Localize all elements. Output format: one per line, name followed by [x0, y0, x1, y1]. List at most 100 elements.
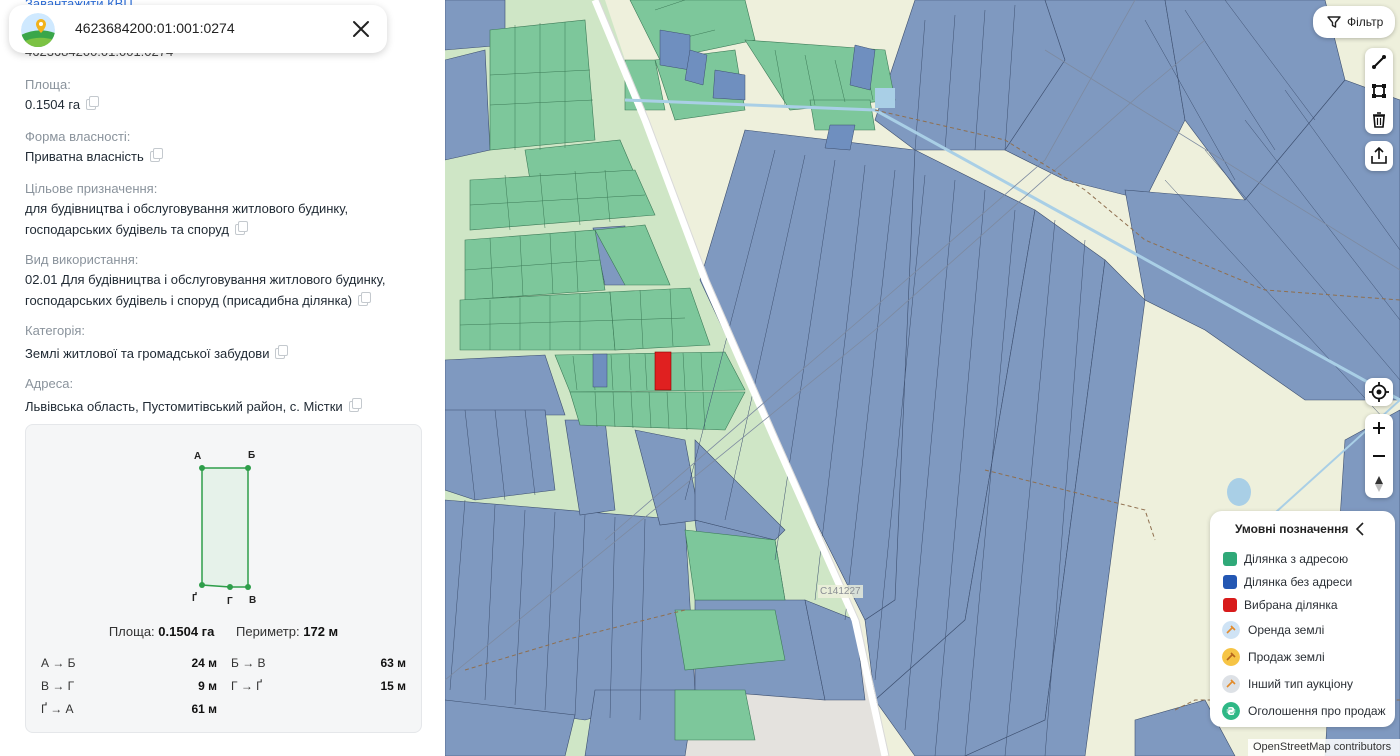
- close-icon[interactable]: [349, 17, 373, 41]
- geolocate-icon: [1369, 382, 1389, 402]
- segment-row: А → Б 24 м: [41, 656, 217, 670]
- segment-name: Ґ → А: [41, 702, 74, 716]
- copy-icon[interactable]: [275, 345, 289, 359]
- ownership-label: Форма власності:: [25, 129, 131, 144]
- plot-area-label: Площа:: [108, 624, 155, 639]
- category-value: Землі житлової та громадської забудови: [25, 346, 270, 361]
- plot-polygon: [201, 467, 249, 588]
- segment-row: Б → В 63 м: [231, 656, 406, 670]
- area-label: Площа:: [25, 77, 71, 92]
- vertex-point: [245, 465, 251, 471]
- selected-parcel[interactable]: [654, 351, 672, 391]
- vertex-point: [245, 584, 251, 590]
- segment-length: 24 м: [191, 656, 217, 670]
- segment-length: 9 м: [198, 679, 217, 693]
- road-number-label: C141227: [818, 585, 863, 598]
- legend-swatch: [1223, 552, 1237, 566]
- rent-icon: [1222, 621, 1240, 639]
- legend-label: Вибрана ділянка: [1244, 598, 1338, 612]
- address-label: Адреса:: [25, 376, 74, 391]
- copy-icon[interactable]: [149, 148, 163, 162]
- legend-label: Продаж землі: [1248, 650, 1325, 664]
- segment-name: Б → В: [231, 656, 266, 670]
- purpose-label: Цільове призначення:: [25, 181, 158, 196]
- filter-icon: [1327, 16, 1341, 28]
- vertex-point: [199, 582, 205, 588]
- filter-button[interactable]: Фільтр: [1313, 6, 1395, 38]
- segment-length: 63 м: [380, 656, 406, 670]
- sale-icon: [1222, 648, 1240, 666]
- legend-label: Ділянка з адресою: [1244, 552, 1349, 566]
- share-upload-icon: [1371, 146, 1387, 164]
- app-logo-icon: [21, 13, 55, 47]
- copy-icon[interactable]: [234, 221, 248, 235]
- segment-row: В → Г 9 м: [41, 679, 217, 693]
- map-legend: Умовні позначення Ділянка з адресою Діля…: [1210, 511, 1395, 727]
- legend-label: Оренда землі: [1248, 623, 1325, 637]
- vertex-label: Г: [227, 596, 233, 607]
- legend-swatch: [1223, 598, 1237, 612]
- area-value: 0.1504 га: [25, 97, 81, 112]
- perimeter-value: 172 м: [303, 624, 339, 639]
- usage-value: 02.01 Для будівництва і обслуговування ж…: [25, 272, 386, 308]
- usage-label: Вид використання:: [25, 252, 139, 267]
- vertex-label: В: [249, 595, 256, 606]
- pond: [1227, 478, 1251, 506]
- vertex-label: Б: [248, 450, 255, 461]
- measure-line-icon[interactable]: [1365, 48, 1393, 76]
- segment-name: А → Б: [41, 656, 76, 670]
- locate-button[interactable]: [1365, 378, 1393, 406]
- measure-area-icon[interactable]: [1365, 77, 1393, 105]
- vertex-label: А: [194, 451, 201, 462]
- legend-label: Ділянка без адреси: [1244, 575, 1353, 589]
- ownership-field: Форма власності: Приватна власність: [25, 128, 425, 167]
- compass-icon[interactable]: [1365, 470, 1393, 498]
- segment-name: Г → Ґ: [231, 679, 263, 693]
- pond: [875, 88, 895, 108]
- app-root: Завантажити КВП 4623684200:01:001:0274 П…: [0, 0, 1400, 756]
- map-attribution[interactable]: OpenStreetMap contributors: [1248, 739, 1400, 756]
- copy-icon[interactable]: [86, 96, 100, 110]
- zoom-in-icon[interactable]: [1365, 414, 1393, 442]
- area-field: Площа: 0.1504 га: [25, 76, 425, 115]
- vertex-label: Ґ: [192, 591, 197, 604]
- copy-icon[interactable]: [348, 398, 362, 412]
- plot-shape-diagram: А Б В Г Ґ: [192, 450, 256, 607]
- purpose-field: Цільове призначення: для будівництва і о…: [25, 180, 425, 240]
- legend-title: Умовні позначення: [1235, 522, 1349, 536]
- search-card[interactable]: 4623684200:01:001:0274: [9, 5, 387, 53]
- perimeter-label: Периметр:: [236, 624, 300, 639]
- zoom-controls: [1365, 414, 1393, 498]
- chevron-left-icon[interactable]: [1352, 520, 1368, 538]
- purpose-value: для будівництва і обслуговування житлово…: [25, 201, 349, 237]
- parcel-info-panel: Завантажити КВП 4623684200:01:001:0274 П…: [0, 0, 445, 756]
- category-label: Категорія:: [25, 323, 86, 338]
- legend-label: Оголошення про продаж: [1248, 704, 1386, 718]
- filter-label: Фільтр: [1347, 15, 1384, 29]
- drawing-toolbar: [1365, 48, 1393, 134]
- trash-icon[interactable]: [1365, 106, 1393, 134]
- category-field: Категорія: Землі житлової та громадської…: [25, 322, 425, 364]
- segment-length: 61 м: [191, 702, 217, 716]
- ownership-value: Приватна власність: [25, 149, 144, 164]
- hryvnia-icon: ₴: [1222, 702, 1240, 720]
- search-input[interactable]: 4623684200:01:001:0274: [75, 20, 235, 36]
- segment-length: 15 м: [380, 679, 406, 693]
- export-button[interactable]: [1365, 141, 1393, 171]
- address-value: Львівська область, Пустомитівський район…: [25, 399, 343, 414]
- copy-icon[interactable]: [358, 292, 372, 306]
- legend-label: Інший тип аукціону: [1248, 677, 1353, 691]
- address-field: Адреса: Львівська область, Пустомитівськ…: [25, 375, 425, 417]
- segment-name: В → Г: [41, 679, 75, 693]
- svg-text:₴: ₴: [1226, 705, 1235, 718]
- vertex-point: [227, 584, 233, 590]
- plot-shape-card: А Б В Г Ґ Площа: 0.1504 га Периметр: 172…: [25, 424, 422, 733]
- vertex-point: [199, 465, 205, 471]
- segment-row: Ґ → А 61 м: [41, 702, 217, 716]
- segment-row: Г → Ґ 15 м: [231, 679, 406, 693]
- map-view[interactable]: C141227 Фільтр Умовні позначення Ділянка…: [445, 0, 1400, 756]
- auction-icon: [1222, 675, 1240, 693]
- plot-area-value: 0.1504 га: [158, 624, 215, 639]
- zoom-out-icon[interactable]: [1365, 442, 1393, 470]
- legend-swatch: [1223, 575, 1237, 589]
